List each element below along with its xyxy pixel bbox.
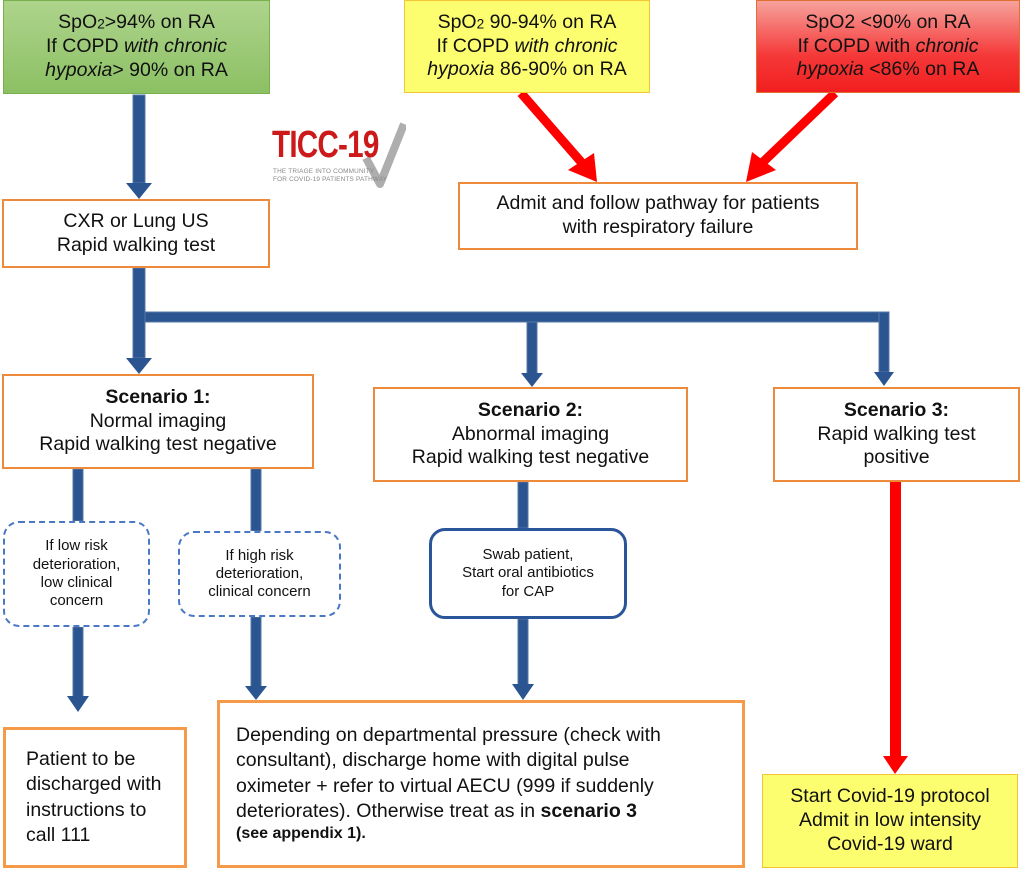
discharge111-line3: instructions to bbox=[26, 798, 147, 821]
arrow-swab-to-departmental bbox=[512, 618, 534, 700]
entry-red-line3: hypoxia <86% on RA bbox=[796, 58, 980, 81]
connector-s2-to-swab bbox=[517, 481, 529, 529]
scenario1-box: Scenario 1: Normal imaging Rapid walking… bbox=[2, 374, 314, 469]
imaging-box: CXR or Lung US Rapid walking test bbox=[2, 199, 270, 268]
departmental-line3: oximeter + refer to virtual AECU (999 if… bbox=[236, 774, 654, 797]
connector-s1-to-highrisk bbox=[250, 468, 262, 532]
scenario1-title: Scenario 1: bbox=[105, 385, 211, 408]
swab-line2: Start oral antibiotics bbox=[462, 564, 594, 582]
connector-bus bbox=[144, 311, 890, 323]
scenario2-line1: Abnormal imaging bbox=[451, 422, 610, 445]
low-risk-line3: low clinical bbox=[40, 574, 113, 591]
high-risk-line3: clinical concern bbox=[208, 583, 311, 601]
swab-antibiotics-box: Swab patient, Start oral antibiotics for… bbox=[429, 528, 627, 619]
swab-line1: Swab patient, bbox=[482, 546, 574, 564]
entry-yellow-line3: hypoxia 86-90% on RA bbox=[427, 58, 627, 81]
covid-protocol-line3: Covid-19 ward bbox=[827, 832, 953, 855]
entry-box-normal-saturation: SpO2>94% on RA If COPD with chronic hypo… bbox=[3, 0, 270, 94]
imaging-line2: Rapid walking test bbox=[56, 233, 216, 256]
entry-yellow-line1: SpO2 90-94% on RA bbox=[437, 10, 617, 33]
scenario1-line2: Rapid walking test negative bbox=[39, 433, 277, 456]
entry-box-borderline-saturation: SpO2 90-94% on RA If COPD with chronic h… bbox=[404, 0, 650, 93]
entry-box-low-saturation: SpO2 <90% on RA If COPD with chronic hyp… bbox=[756, 0, 1020, 93]
logo-subtitle-line1: THE TRIAGE INTO COMMUNITY bbox=[273, 168, 375, 175]
entry-yellow-line2: If COPD with chronic bbox=[436, 34, 618, 57]
arrow-yellow-to-respiratory-failure bbox=[517, 90, 597, 182]
scenario3-title: Scenario 3: bbox=[843, 398, 950, 421]
connector-s1-to-lowrisk bbox=[72, 468, 84, 522]
scenario1-line1: Normal imaging bbox=[89, 409, 227, 432]
scenario3-line1: Rapid walking test bbox=[817, 422, 976, 445]
scenario2-box: Scenario 2: Abnormal imaging Rapid walki… bbox=[373, 387, 688, 482]
low-risk-line1: If low risk bbox=[45, 537, 108, 555]
arrow-bus-to-scenario2 bbox=[521, 321, 543, 387]
discharge-call-111-box: Patient to be discharged with instructio… bbox=[3, 727, 187, 868]
departmental-line1: Depending on departmental pressure (chec… bbox=[236, 723, 661, 746]
imaging-line1: CXR or Lung US bbox=[63, 209, 209, 232]
arrow-scenario3-to-covid-protocol bbox=[883, 482, 908, 774]
high-risk-condition-box: If high risk deterioration, clinical con… bbox=[178, 531, 341, 617]
connector-bus-right-drop bbox=[878, 311, 890, 373]
discharge111-line2: discharged with bbox=[26, 773, 162, 796]
low-risk-line4: concern bbox=[49, 592, 104, 610]
arrow-bus-to-scenario3 bbox=[874, 372, 894, 386]
departmental-line2: consultant), discharge home with digital… bbox=[236, 749, 630, 772]
ticc19-logo: TICC-19 THE TRIAGE INTO COMMUNITY FOR CO… bbox=[268, 118, 418, 188]
low-risk-condition-box: If low risk deterioration, low clinical … bbox=[3, 521, 150, 627]
arrow-lowrisk-to-discharge111 bbox=[67, 626, 89, 712]
departmental-pressure-box: Depending on departmental pressure (chec… bbox=[217, 700, 745, 868]
discharge111-line4: call 111 bbox=[26, 823, 91, 846]
scenario3-box: Scenario 3: Rapid walking test positive bbox=[773, 387, 1020, 482]
covid-protocol-line1: Start Covid-19 protocol bbox=[790, 785, 990, 808]
swab-line3: for CAP bbox=[501, 582, 555, 600]
covid-protocol-line2: Admit in low intensity bbox=[798, 809, 982, 832]
respiratory-failure-line1: Admit and follow pathway for patients bbox=[496, 192, 820, 215]
respiratory-failure-box: Admit and follow pathway for patients wi… bbox=[458, 182, 858, 250]
departmental-line4: deteriorates). Otherwise treat as in sce… bbox=[236, 799, 638, 822]
arrow-green-to-imaging bbox=[126, 94, 152, 199]
entry-green-line2: If COPD with chronic bbox=[46, 35, 227, 58]
arrow-highrisk-to-departmental bbox=[245, 616, 267, 700]
logo-subtitle-line2: FOR COVID-19 PATIENTS PATHWAY bbox=[273, 176, 388, 183]
scenario3-line2: positive bbox=[863, 446, 930, 469]
scenario2-line2: Rapid walking test negative bbox=[411, 446, 650, 469]
entry-green-line1: SpO2>94% on RA bbox=[58, 11, 215, 34]
departmental-line5: (see appendix 1). bbox=[236, 825, 366, 843]
logo-title: TICC-19 bbox=[272, 124, 379, 166]
covid-protocol-box: Start Covid-19 protocol Admit in low int… bbox=[762, 774, 1018, 868]
low-risk-line2: deterioration, bbox=[32, 555, 121, 573]
discharge111-line1: Patient to be bbox=[26, 747, 136, 770]
entry-green-line3: hypoxia> 90% on RA bbox=[45, 58, 228, 81]
high-risk-line1: If high risk bbox=[225, 546, 294, 564]
scenario2-title: Scenario 2: bbox=[477, 398, 584, 421]
high-risk-line2: deterioration, bbox=[215, 564, 304, 582]
respiratory-failure-line2: with respiratory failure bbox=[562, 216, 754, 238]
arrow-red-to-respiratory-failure bbox=[746, 89, 839, 182]
entry-red-line2: If COPD with chronic bbox=[797, 34, 979, 57]
entry-red-line1: SpO2 <90% on RA bbox=[805, 10, 971, 33]
